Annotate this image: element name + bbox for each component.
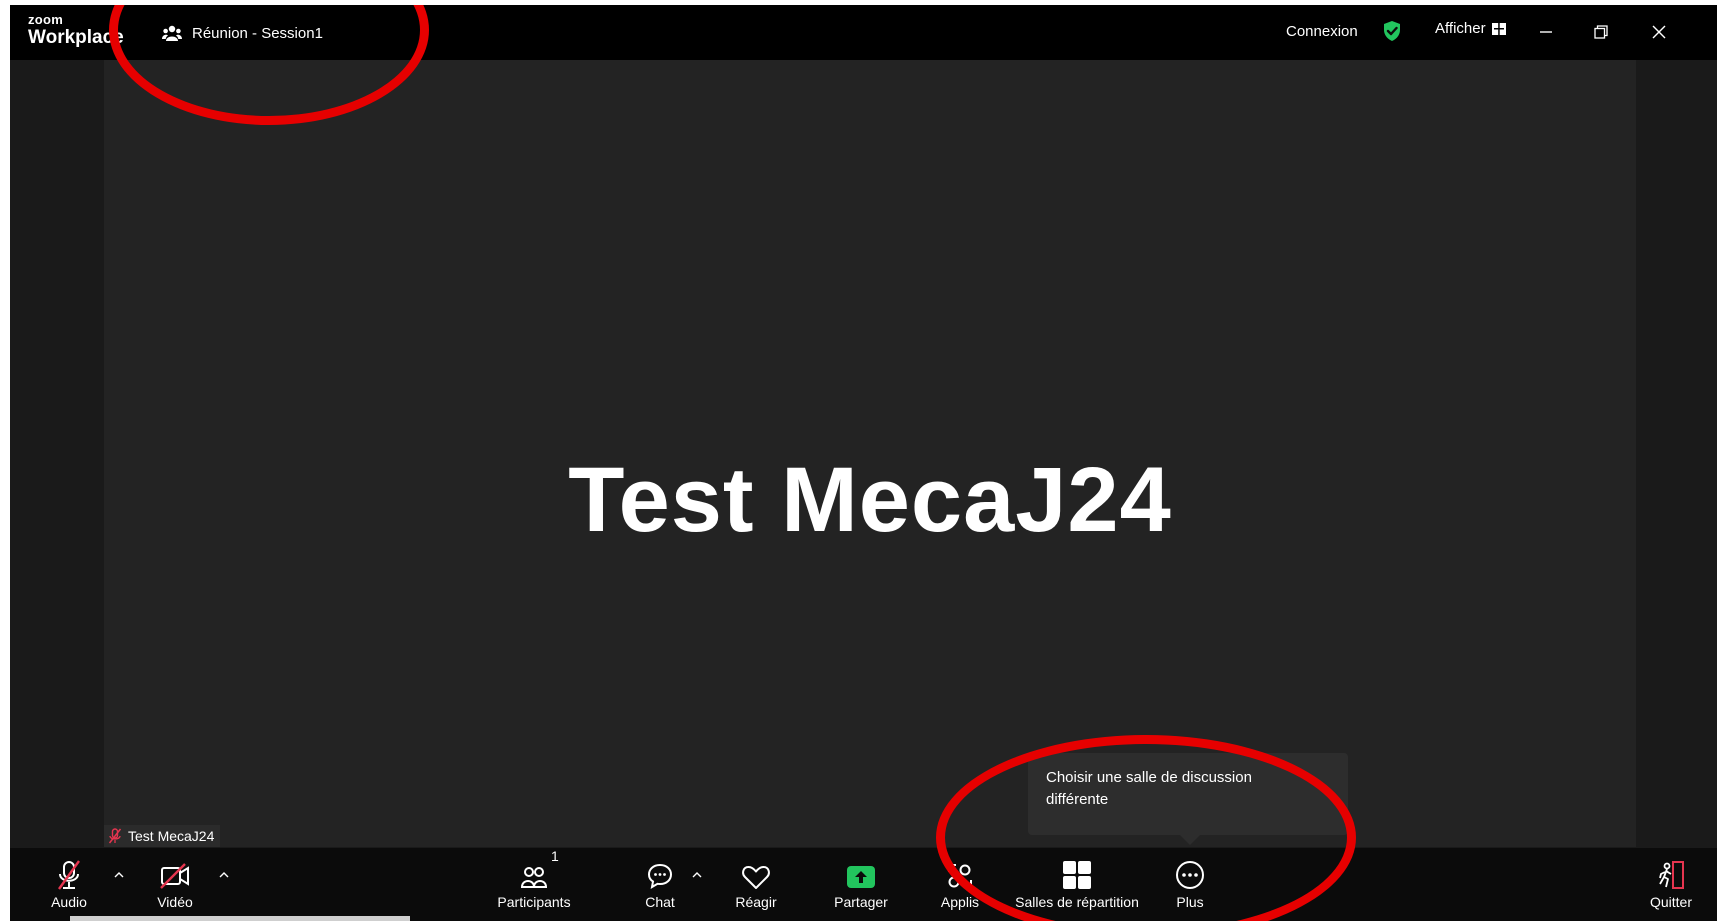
tooltip-line-2: différente bbox=[1046, 791, 1109, 808]
audio-label: Audio bbox=[51, 894, 87, 910]
session-title-text: Réunion - Session1 bbox=[192, 24, 323, 42]
audio-icon-wrap bbox=[55, 848, 83, 890]
camera-off-icon bbox=[160, 863, 189, 889]
more-dots-icon bbox=[1176, 861, 1204, 889]
react-button[interactable]: Réagir bbox=[734, 848, 778, 921]
logo-workplace-text: Workplace bbox=[28, 27, 124, 48]
heart-icon bbox=[742, 866, 770, 889]
chat-icon-wrap bbox=[646, 848, 674, 890]
video-button[interactable]: Vidéo bbox=[154, 848, 196, 921]
apps-icon bbox=[948, 864, 972, 888]
mic-muted-icon bbox=[58, 860, 80, 890]
chat-bubble-icon bbox=[647, 863, 673, 889]
share-label: Partager bbox=[834, 894, 888, 910]
audio-button[interactable]: Audio bbox=[48, 848, 90, 921]
shared-screen: Test MecaJ24 bbox=[104, 60, 1636, 847]
participants-count: 1 bbox=[551, 848, 559, 864]
connection-status[interactable]: Connexion bbox=[1286, 20, 1402, 42]
restore-button[interactable] bbox=[1584, 17, 1618, 47]
react-label: Réagir bbox=[735, 894, 777, 910]
leave-icon-wrap bbox=[1656, 848, 1686, 890]
meeting-toolbar: Audio Vidéo 1 Participants Chat Réagir P… bbox=[10, 848, 1717, 921]
more-button[interactable]: Plus bbox=[1170, 848, 1210, 921]
view-button[interactable]: Afficher bbox=[1435, 20, 1506, 37]
leave-exit-icon bbox=[1659, 861, 1684, 889]
shared-content-text: Test MecaJ24 bbox=[568, 449, 1172, 551]
view-label: Afficher bbox=[1435, 20, 1486, 37]
mic-muted-icon bbox=[108, 828, 122, 844]
share-icon-wrap bbox=[846, 848, 876, 890]
chat-options-chevron-icon[interactable] bbox=[690, 868, 704, 882]
participants-icon bbox=[521, 867, 547, 888]
group-icon bbox=[162, 25, 182, 41]
leave-button[interactable]: Quitter bbox=[1646, 848, 1696, 921]
participants-button[interactable]: 1 Participants bbox=[497, 848, 571, 921]
participant-name: Test MecaJ24 bbox=[128, 828, 215, 844]
session-title[interactable]: Réunion - Session1 bbox=[162, 24, 323, 42]
share-screen-icon bbox=[847, 866, 875, 888]
restore-icon bbox=[1594, 25, 1608, 39]
connection-label: Connexion bbox=[1286, 22, 1358, 40]
zoom-window: zoom Workplace Réunion - Session1 Connex… bbox=[10, 5, 1717, 921]
share-button[interactable]: Partager bbox=[832, 848, 890, 921]
shield-check-icon bbox=[1383, 21, 1400, 41]
grid-view-icon bbox=[1491, 22, 1506, 35]
apps-label: Applis bbox=[940, 894, 980, 910]
tooltip-line-1: Choisir une salle de discussion bbox=[1046, 769, 1252, 786]
apps-button[interactable]: Applis bbox=[938, 848, 982, 921]
close-button[interactable] bbox=[1642, 17, 1676, 47]
apps-icon-wrap bbox=[946, 848, 974, 890]
minimize-button[interactable] bbox=[1529, 17, 1563, 47]
close-icon bbox=[1652, 25, 1666, 39]
zoom-workplace-logo: zoom Workplace bbox=[28, 13, 124, 47]
breakout-icon-wrap bbox=[1062, 848, 1092, 890]
breakout-rooms-button[interactable]: Salles de répartition bbox=[1012, 848, 1142, 921]
title-bar: zoom Workplace Réunion - Session1 Connex… bbox=[10, 5, 1717, 60]
audio-options-chevron-icon[interactable] bbox=[112, 868, 126, 882]
participants-icon-wrap: 1 bbox=[521, 848, 559, 890]
video-icon-wrap bbox=[159, 848, 191, 890]
leave-label: Quitter bbox=[1649, 894, 1692, 910]
chat-label: Chat bbox=[645, 894, 675, 910]
breakout-rooms-icon bbox=[1063, 861, 1091, 889]
chat-button[interactable]: Chat bbox=[642, 848, 678, 921]
minimize-icon bbox=[1540, 31, 1552, 33]
more-label: Plus bbox=[1176, 894, 1204, 910]
participants-label: Participants bbox=[497, 894, 571, 910]
breakout-tooltip: Choisir une salle de discussion différen… bbox=[1028, 753, 1348, 835]
participant-name-tag: Test MecaJ24 bbox=[104, 825, 221, 847]
video-label: Vidéo bbox=[157, 894, 193, 910]
logo-zoom-text: zoom bbox=[28, 12, 64, 27]
react-icon-wrap bbox=[741, 848, 771, 890]
more-icon-wrap bbox=[1175, 848, 1205, 890]
window-underbar bbox=[70, 916, 410, 921]
breakout-rooms-label: Salles de répartition bbox=[1015, 894, 1139, 910]
video-options-chevron-icon[interactable] bbox=[217, 868, 231, 882]
tooltip-arrow bbox=[1180, 835, 1200, 845]
